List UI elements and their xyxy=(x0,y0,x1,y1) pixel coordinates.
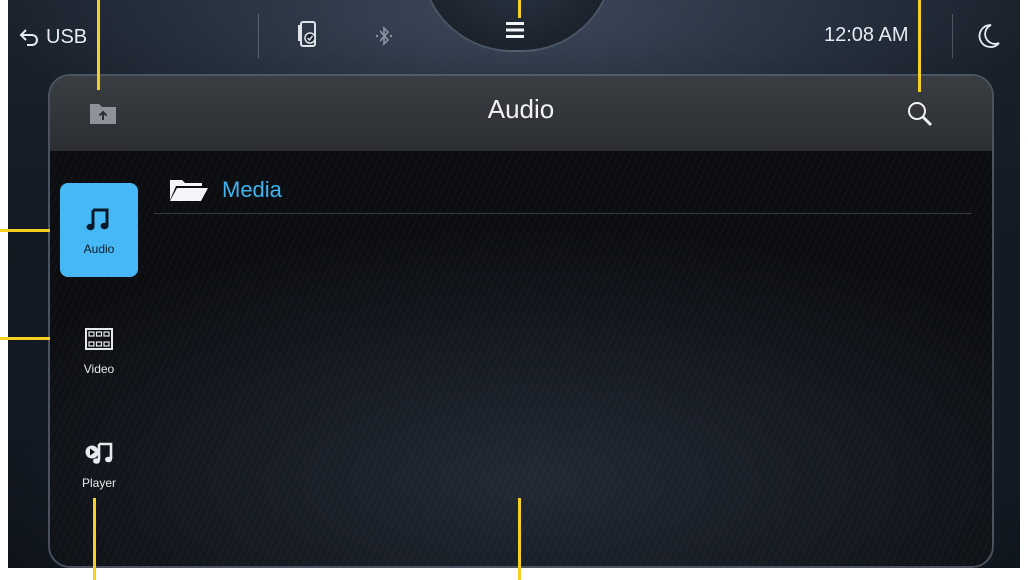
frame-edge xyxy=(0,568,1028,580)
status-divider xyxy=(258,14,259,58)
film-icon xyxy=(85,328,113,350)
status-bar: USB 12:08 AM xyxy=(0,0,1028,76)
frame-edge xyxy=(0,0,8,580)
sidebar-item-audio[interactable]: Audio xyxy=(60,183,138,277)
back-button[interactable]: USB xyxy=(18,22,87,52)
folder-name: Media xyxy=(222,177,282,202)
sidebar-item-video[interactable]: Video xyxy=(60,303,138,397)
sidebar-item-label: Audio xyxy=(83,242,115,256)
frame-edge xyxy=(1020,0,1028,580)
back-label: USB xyxy=(46,25,88,48)
callout-line xyxy=(518,498,521,580)
page-title: Audio xyxy=(487,94,555,124)
callout-line xyxy=(0,337,50,340)
callout-line xyxy=(918,0,921,92)
panel-header: Audio xyxy=(50,76,992,151)
media-screen: USB 12:08 AM Audio Audio Video Player Me… xyxy=(0,0,1028,580)
back-arrow-icon xyxy=(19,29,38,46)
browser-panel: Audio Audio Video Player Media xyxy=(48,74,994,568)
bluetooth-icon[interactable] xyxy=(374,24,394,48)
player-icon xyxy=(85,442,113,464)
list-item[interactable]: Media xyxy=(154,167,972,214)
folder-icon xyxy=(170,180,208,201)
search-icon[interactable] xyxy=(906,100,934,128)
sidebar-item-player[interactable]: Player xyxy=(60,417,138,511)
status-divider xyxy=(952,14,953,58)
menu-icon[interactable] xyxy=(504,20,526,40)
music-note-icon xyxy=(86,208,109,231)
panel-body: Audio Video Player Media xyxy=(50,151,992,566)
clock-time: 12:08 AM xyxy=(824,24,909,46)
callout-line xyxy=(93,498,96,580)
callout-line xyxy=(0,229,50,232)
night-mode-icon[interactable] xyxy=(976,22,1002,50)
phone-sync-icon[interactable] xyxy=(296,20,320,50)
callout-line xyxy=(97,0,100,90)
sidebar-item-label: Video xyxy=(83,362,115,376)
callout-line xyxy=(518,0,521,18)
sidebar-item-label: Player xyxy=(81,476,116,490)
